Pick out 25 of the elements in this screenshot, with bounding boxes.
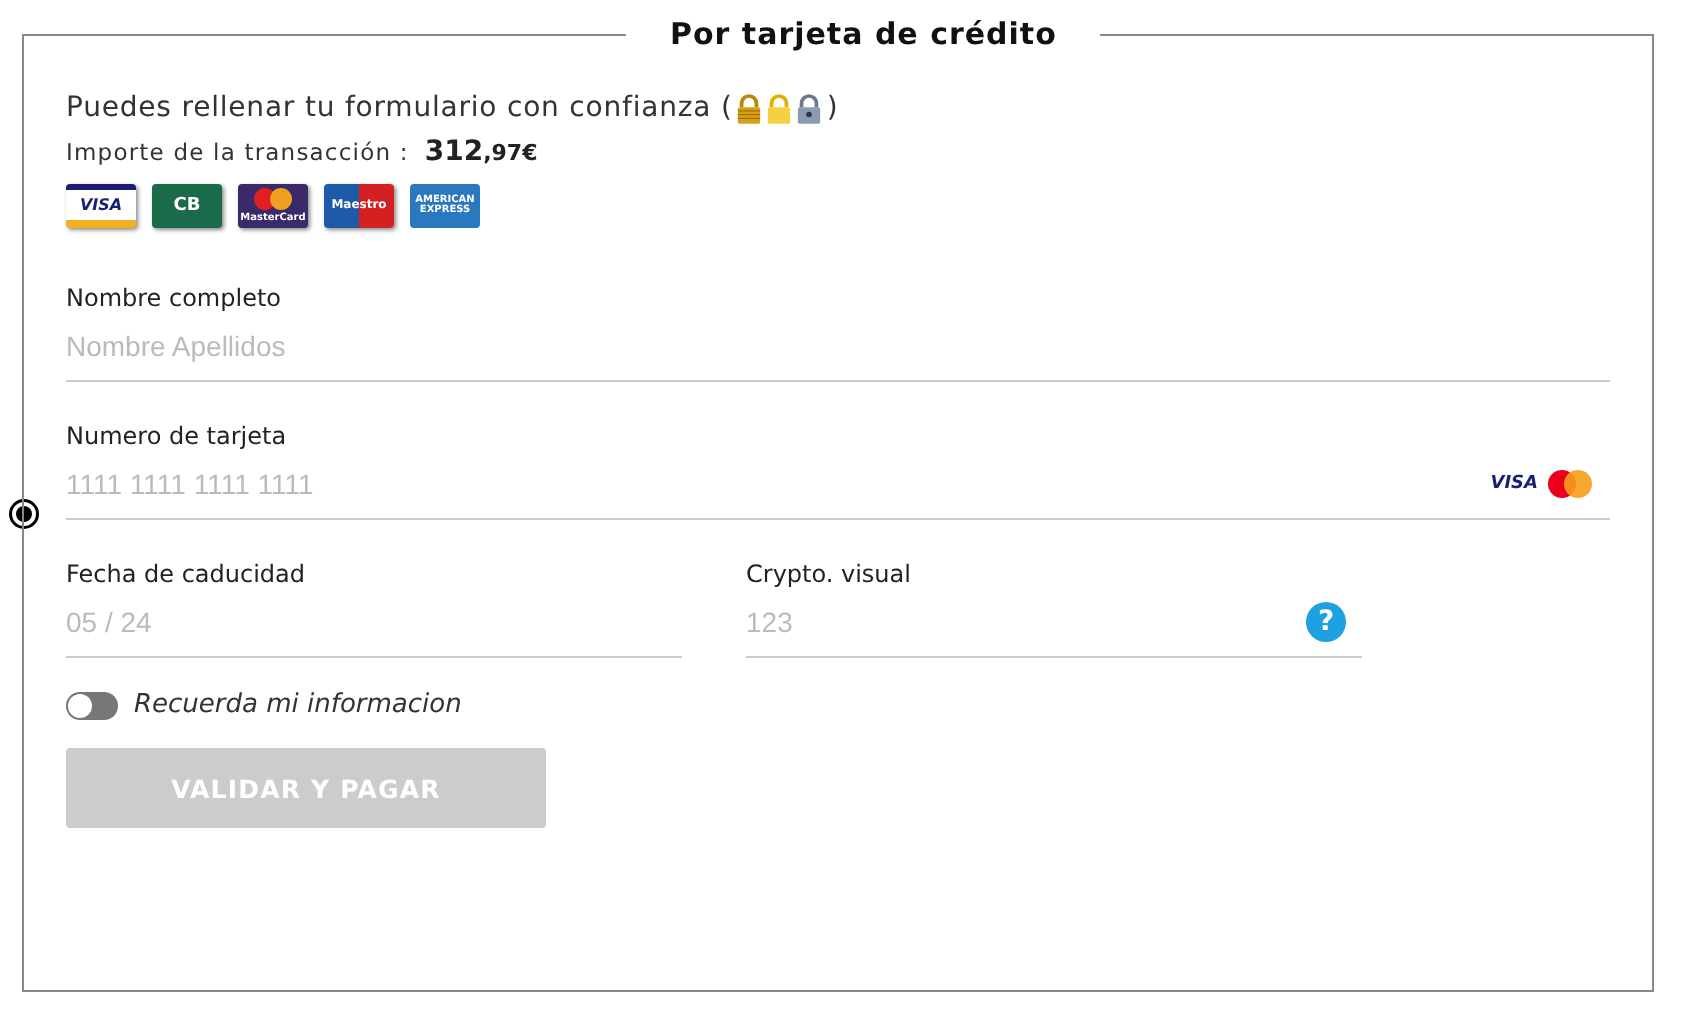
input-field[interactable]: Nombre Apellidos	[66, 330, 1610, 362]
amount-cents: ,97€	[483, 140, 538, 166]
remember-label: Recuerda mi informacion	[134, 690, 462, 720]
field-label: Nombre completo	[66, 284, 284, 312]
field-label: Fecha de caducidad	[66, 560, 308, 588]
field-label: Numero de tarjeta	[66, 422, 289, 450]
amount-label: Importe de la transacción :	[66, 138, 409, 166]
visa-logo: VISA	[1490, 474, 1538, 494]
padlock-icon	[796, 93, 823, 123]
input-field[interactable]: 1111 1111 1111 1111	[66, 468, 1491, 500]
help-icon[interactable]: ?	[1306, 602, 1346, 642]
input-field[interactable]: 123	[746, 606, 1306, 638]
radio-icon[interactable]	[12, 502, 36, 526]
overlapping-circles-icon	[1546, 468, 1594, 500]
card-logo: CB	[152, 184, 222, 228]
toggle-switch[interactable]	[66, 691, 118, 719]
card-logo: VISA	[66, 184, 136, 228]
input-field[interactable]: 05 / 24	[66, 606, 682, 638]
parenthesis-text: )	[826, 92, 839, 124]
amount-value: 312	[424, 136, 484, 168]
padlock-icon	[766, 93, 793, 123]
trust-text: Puedes rellenar tu formulario con confianza (	[66, 92, 733, 124]
padlock-icon	[736, 93, 763, 123]
panel-title: Por tarjeta de crédito	[668, 16, 1059, 52]
field-label: Crypto. visual	[746, 560, 913, 588]
